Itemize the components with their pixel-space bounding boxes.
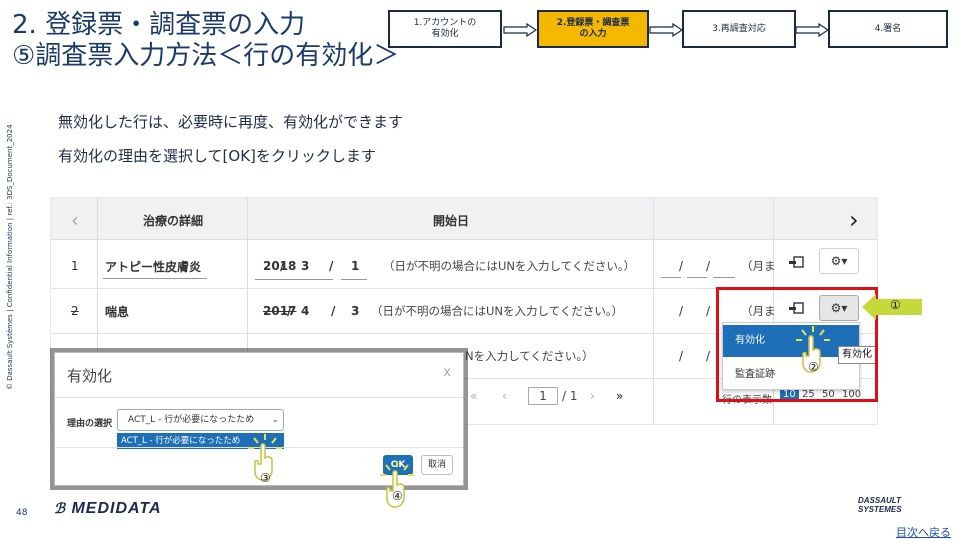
- day-field[interactable]: 3: [351, 304, 359, 318]
- log-icon[interactable]: [788, 256, 804, 268]
- row-action-button[interactable]: ⚙▾: [819, 248, 859, 274]
- dassault-logo: DASSAULT SYSTEMES: [836, 496, 902, 514]
- column-treatment: 治療の詳細: [143, 214, 204, 228]
- row-number: 1: [71, 259, 79, 273]
- next-column-button[interactable]: ›: [849, 206, 859, 234]
- date-sep: /: [280, 259, 285, 273]
- end-date-hint: （月ま: [741, 259, 776, 273]
- date-sep: /: [287, 304, 292, 318]
- step-3: 3.再調査対応: [682, 10, 796, 48]
- date-sep: /: [329, 259, 334, 273]
- table-header: ‹ 治療の詳細 開始日 ›: [51, 198, 877, 240]
- ds-line-1: DASSAULT: [858, 496, 901, 505]
- year-field[interactable]: 2017: [263, 304, 296, 318]
- confidential-note: © Dassault Systèmes | Confidential Infor…: [6, 124, 14, 390]
- pointer-hand-icon: [380, 461, 414, 508]
- title-line-1: 2. 登録票・調査票の入力: [12, 10, 306, 40]
- step-2: 2.登録票・調査票 の入力: [537, 10, 649, 48]
- prev-column-button[interactable]: ‹: [71, 208, 79, 232]
- first-page-icon[interactable]: «: [470, 389, 477, 403]
- callout-3-label: ③: [260, 471, 271, 485]
- month-field[interactable]: 4: [301, 304, 309, 318]
- reason-select[interactable]: ACT_L - 行が必要になったため ⌄: [117, 409, 284, 431]
- treatment-value[interactable]: 喘息: [105, 303, 129, 320]
- page-title: 2. 登録票・調査票の入力 ⑤調査票入力方法＜行の有効化＞: [12, 10, 399, 72]
- step-arrow-icon: [503, 23, 537, 37]
- instruction-1: 無効化した行は、必要時に再度、有効化ができます: [58, 113, 404, 131]
- step-4: 4.署名: [828, 10, 948, 48]
- title-line-2: ⑤調査票入力方法＜行の有効化＞: [12, 41, 400, 71]
- medidata-text: MEDIDATA: [71, 500, 162, 517]
- medidata-logo: ℬ MEDIDATA: [54, 500, 162, 517]
- day-field[interactable]: 1: [351, 259, 359, 273]
- column-start-date: 開始日: [433, 214, 470, 228]
- treatment-value[interactable]: アトピー性皮膚炎: [105, 258, 201, 275]
- date-hint: （日が不明の場合にはUNを入力してください。）: [371, 304, 624, 318]
- instruction-2: 有効化の理由を選択して[OK]をクリックします: [58, 147, 376, 165]
- month-field[interactable]: 3: [301, 259, 309, 273]
- step-1: 1.アカウントの 有効化: [388, 10, 502, 48]
- step-arrow-icon: [649, 23, 683, 37]
- next-page-icon[interactable]: ›: [590, 389, 595, 403]
- end-date-sep: /: [706, 304, 711, 318]
- end-date-sep: /: [679, 259, 684, 273]
- date-sep: /: [331, 304, 336, 318]
- reason-selected-value: ACT_L - 行が必要になったため: [128, 415, 255, 425]
- end-date-sep: /: [679, 304, 684, 318]
- toc-link[interactable]: 目次へ戻る: [896, 524, 951, 540]
- modal-title: 有効化: [67, 367, 113, 385]
- callout-2-label: ②: [808, 360, 819, 374]
- close-icon[interactable]: x: [443, 365, 451, 380]
- cancel-button[interactable]: 取消: [421, 455, 453, 475]
- date-hint: Nを入力してください。）: [465, 349, 594, 363]
- page-number: 48: [16, 508, 28, 518]
- reason-label: 理由の選択: [67, 419, 113, 429]
- ds-line-2: SYSTEMES: [858, 505, 902, 514]
- end-date-sep: /: [706, 259, 711, 273]
- callout-4-label: ④: [392, 489, 403, 503]
- callout-1-label: ①: [890, 298, 901, 312]
- chevron-down-icon: ⌄: [271, 415, 279, 425]
- row-number: 2: [71, 304, 79, 318]
- end-date-sep: /: [679, 349, 684, 363]
- page-input[interactable]: 1: [528, 387, 558, 405]
- page-total: / 1: [562, 389, 578, 403]
- end-date-sep: /: [706, 349, 711, 363]
- last-page-icon[interactable]: »: [616, 389, 623, 403]
- step-arrow-icon: [795, 23, 829, 37]
- date-hint: （日が不明の場合にはUNを入力してください。）: [383, 259, 636, 273]
- prev-page-icon[interactable]: ‹: [502, 389, 507, 403]
